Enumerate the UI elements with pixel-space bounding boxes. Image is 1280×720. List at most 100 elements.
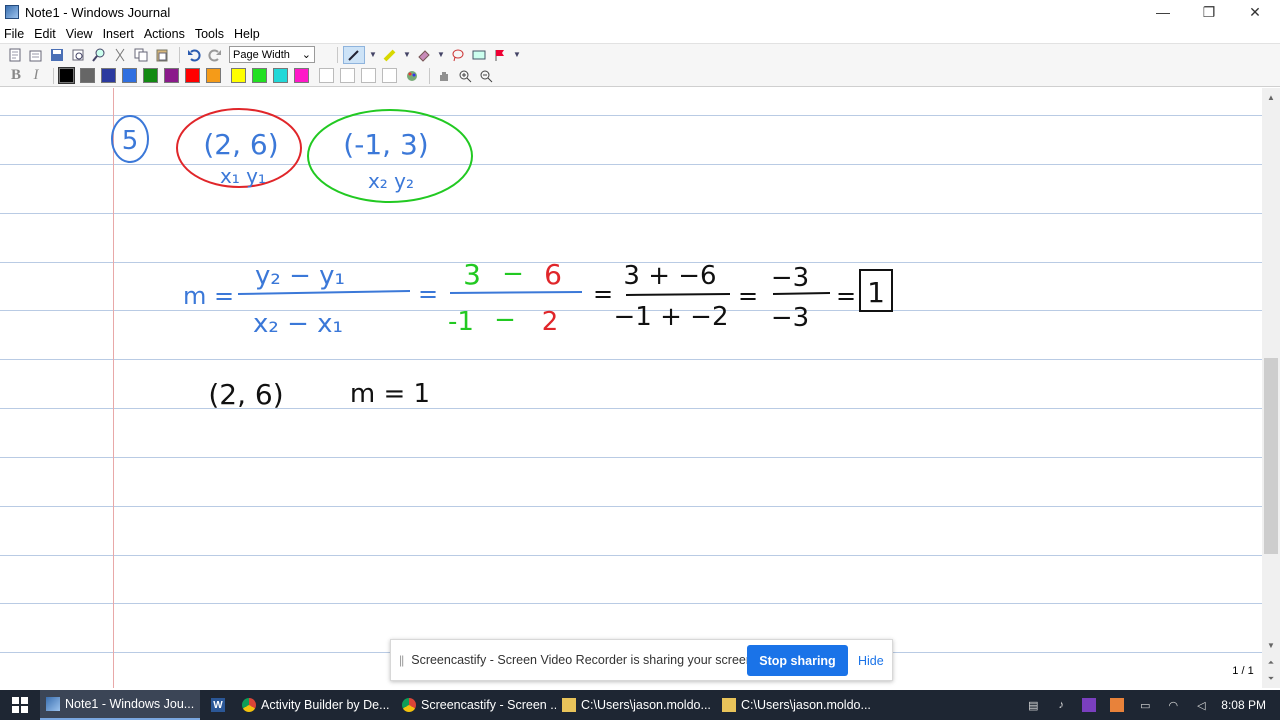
task-word[interactable]: W [200, 690, 236, 720]
previous-page-icon[interactable]: ⏶ [1262, 656, 1280, 670]
flag-icon[interactable] [491, 46, 509, 64]
color-swatch-blue[interactable] [122, 68, 137, 83]
color-swatch-yellow[interactable] [231, 68, 246, 83]
color-swatch-purple[interactable] [164, 68, 179, 83]
pan-hand-icon[interactable] [435, 67, 453, 85]
color-palette-icon[interactable] [403, 67, 421, 85]
find-icon[interactable] [90, 46, 108, 64]
color-swatch-black[interactable] [58, 67, 75, 84]
task-folder-1[interactable]: C:\Users\jason.moldo... [556, 690, 716, 720]
point-repeat: (2, 6) [208, 378, 283, 411]
close-button[interactable]: ✕ [1232, 0, 1278, 24]
eraser-dropdown-icon[interactable]: ▼ [436, 46, 446, 64]
onenote-icon[interactable] [1082, 698, 1097, 712]
menu-view[interactable]: View [66, 27, 93, 41]
color-swatch-cyan[interactable] [273, 68, 288, 83]
highlighter-dropdown-icon[interactable]: ▼ [402, 46, 412, 64]
color-swatch-red[interactable] [185, 68, 200, 83]
next-page-icon[interactable]: ⏷ [1262, 672, 1280, 686]
task-label: C:\Users\jason.moldo... [581, 698, 711, 712]
task-folder-2[interactable]: C:\Users\jason.moldo... [716, 690, 876, 720]
note-page[interactable]: 5 (2, 6) x₁ y₁ (-1, 3) x₂ y₂ m = y₂ − y₁… [0, 88, 1262, 688]
window-title: Note1 - Windows Journal [25, 4, 171, 20]
wifi-icon[interactable]: ◠ [1166, 698, 1180, 712]
equals-3: = [738, 282, 758, 310]
equals-2: = [593, 280, 613, 308]
menu-tools[interactable]: Tools [195, 27, 224, 41]
open-icon[interactable] [27, 46, 45, 64]
ink-layer: 5 (2, 6) x₁ y₁ (-1, 3) x₂ y₂ m = y₂ − y₁… [111, 108, 893, 411]
lasso-select-icon[interactable] [449, 46, 467, 64]
maximize-button[interactable]: ❐ [1186, 0, 1232, 24]
pen-width-swatch[interactable] [361, 68, 376, 83]
copy-icon[interactable] [132, 46, 150, 64]
menu-insert[interactable]: Insert [103, 27, 134, 41]
scroll-down-icon[interactable]: ▼ [1262, 638, 1280, 652]
standard-toolbar: Page Width ⌄ ▼ ▼ ▼ ▼ [0, 43, 1280, 65]
printer-icon[interactable]: ▤ [1026, 698, 1040, 712]
color-swatch-navy[interactable] [101, 68, 116, 83]
pen-dropdown-icon[interactable]: ▼ [368, 46, 378, 64]
step-fraction-bar [625, 293, 731, 296]
app-tray-icon[interactable] [1110, 698, 1125, 712]
menu-edit[interactable]: Edit [34, 27, 56, 41]
undo-icon[interactable] [185, 46, 203, 64]
save-icon[interactable] [48, 46, 66, 64]
slope-repeat: m = 1 [350, 379, 430, 409]
flag-dropdown-icon[interactable]: ▼ [512, 46, 522, 64]
pen-width-swatch[interactable] [382, 68, 397, 83]
chevron-down-icon: ⌄ [301, 49, 311, 61]
clock[interactable]: 8:08 PM [1221, 698, 1266, 712]
notification-icon[interactable]: ▭ [1138, 698, 1152, 712]
menu-help[interactable]: Help [234, 27, 260, 41]
journal-app-icon [5, 5, 19, 19]
highlighter-icon[interactable] [381, 46, 399, 64]
pen-width-swatch[interactable] [340, 68, 355, 83]
scroll-thumb[interactable] [1264, 358, 1278, 554]
scroll-up-icon[interactable]: ▲ [1262, 90, 1280, 104]
task-chrome-screencastify[interactable]: Screencastify - Screen ... [396, 690, 556, 720]
microphone-icon[interactable]: ♪ [1054, 698, 1068, 712]
task-chrome-activity-builder[interactable]: Activity Builder by De... [236, 690, 396, 720]
cut-icon[interactable] [111, 46, 129, 64]
bold-icon[interactable]: B [8, 67, 24, 84]
frac-bar [772, 292, 831, 295]
answer-value: 1 [867, 276, 885, 309]
minimize-button[interactable]: — [1140, 0, 1186, 24]
toolbar-separator [179, 46, 180, 63]
hide-button[interactable]: Hide [858, 645, 888, 676]
zoom-value: Page Width [233, 48, 290, 61]
color-swatch-orange[interactable] [206, 68, 221, 83]
new-note-icon[interactable] [6, 46, 24, 64]
menu-file[interactable]: File [4, 27, 24, 41]
point2-text: (-1, 3) [343, 128, 428, 161]
pen-width-swatch[interactable] [319, 68, 334, 83]
drag-handle-icon[interactable]: || [399, 653, 404, 667]
color-swatch-gray[interactable] [80, 68, 95, 83]
formula-fraction-bar [237, 290, 411, 295]
pen-tool-icon[interactable] [343, 45, 365, 64]
italic-icon[interactable]: I [28, 67, 44, 84]
stop-sharing-button[interactable]: Stop sharing [747, 645, 848, 676]
menu-actions[interactable]: Actions [144, 27, 185, 41]
zoom-out-icon[interactable] [477, 67, 495, 85]
color-swatch-green[interactable] [143, 68, 158, 83]
volume-icon[interactable]: ◁ [1194, 698, 1208, 712]
paste-icon[interactable] [153, 46, 171, 64]
task-windows-journal[interactable]: Note1 - Windows Jou... [40, 690, 200, 720]
sub-num-a: 3 [463, 258, 481, 291]
formula-lhs: m = [183, 282, 234, 310]
menu-bar: File Edit View Insert Actions Tools Help [0, 24, 1280, 43]
chrome-icon [242, 698, 256, 712]
windows-start-icon[interactable] [0, 690, 40, 720]
insert-space-icon[interactable] [470, 46, 488, 64]
color-swatch-lime[interactable] [252, 68, 267, 83]
print-preview-icon[interactable] [69, 46, 87, 64]
eraser-icon[interactable] [415, 46, 433, 64]
zoom-in-icon[interactable] [456, 67, 474, 85]
color-swatch-magenta[interactable] [294, 68, 309, 83]
sub-num-b: 6 [544, 258, 562, 291]
zoom-select[interactable]: Page Width ⌄ [229, 46, 315, 63]
frac-numerator: −3 [771, 263, 809, 293]
redo-icon[interactable] [206, 46, 224, 64]
